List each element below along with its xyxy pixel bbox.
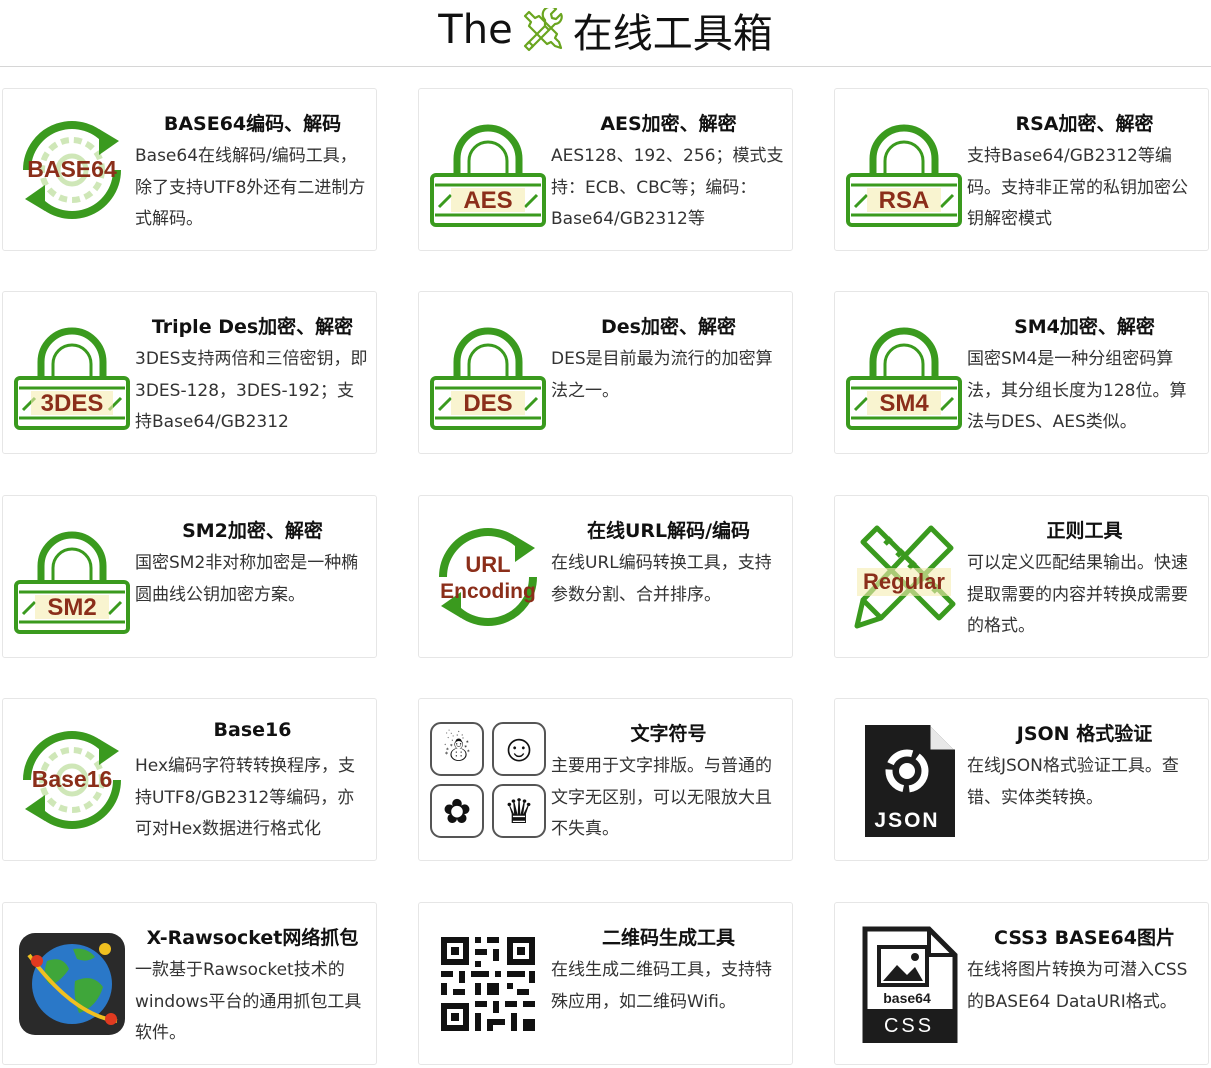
tool-card-qrcode[interactable]: 二维码生成工具 在线生成二维码工具，支持特殊应用，如二维码Wifi。	[418, 902, 793, 1065]
card-title[interactable]: SM2加密、解密	[135, 516, 370, 543]
smiley-icon: ☺	[500, 728, 539, 770]
card-title[interactable]: 正则工具	[967, 516, 1202, 543]
tool-card-rawsocket[interactable]: X-Rawsocket网络抓包 一款基于Rawsocket技术的windows平…	[2, 902, 377, 1065]
card-description: 一款基于Rawsocket技术的windows平台的通用抓包工具软件。	[135, 960, 362, 1043]
tool-card-rsa[interactable]: RSA RSA加密、解密 支持Base64/GB2312等编码。支持非正常的私钥…	[834, 88, 1209, 251]
tool-card-symbols[interactable]: ☃ ☺ ✿ ♛ 文字符号 主要用于文字排版。与普通的文字无区别，可以无限放大且不…	[418, 698, 793, 861]
qr-code-icon	[429, 925, 547, 1043]
symbols-icon: ☃ ☺ ✿ ♛	[429, 721, 547, 839]
page-header: The 在线工具箱	[0, 0, 1211, 67]
card-title[interactable]: RSA加密、解密	[967, 109, 1202, 136]
svg-text:Base16: Base16	[32, 766, 113, 792]
page-title: The 在线工具箱	[438, 1, 773, 59]
card-description: DES是目前最为流行的加密算法之一。	[551, 349, 773, 401]
card-description: 在线将图片转换为可潜入CSS的BASE64 DataURI格式。	[967, 960, 1188, 1012]
tool-card-sm4[interactable]: SM4 SM4加密、解密 国密SM4是一种分组密码算法，其分组长度为128位。算…	[834, 291, 1209, 454]
card-title[interactable]: 二维码生成工具	[551, 923, 786, 950]
crown-icon: ♛	[504, 793, 534, 831]
card-description: 可以定义匹配结果输出。快速提取需要的内容并转换成需要的格式。	[967, 553, 1188, 636]
svg-text:CSS: CSS	[884, 1015, 934, 1037]
padlock-icon: SM4	[845, 314, 963, 432]
tool-card-3des[interactable]: 3DES Triple Des加密、解密 3DES支持两倍和三倍密钥，即3DES…	[2, 291, 377, 454]
svg-text:Regular: Regular	[863, 569, 945, 594]
css-file-icon: base64 CSS	[845, 925, 963, 1044]
title-prefix: The	[438, 7, 513, 53]
tool-card-regex[interactable]: Regular 正则工具 可以定义匹配结果输出。快速提取需要的内容并转换成需要的…	[834, 495, 1209, 658]
svg-text:JSON: JSON	[874, 809, 939, 832]
card-description: 主要用于文字排版。与普通的文字无区别，可以无限放大且不失真。	[551, 756, 772, 839]
card-title[interactable]: Des加密、解密	[551, 312, 786, 339]
tool-card-des[interactable]: DES Des加密、解密 DES是目前最为流行的加密算法之一。	[418, 291, 793, 454]
svg-text:3DES: 3DES	[41, 390, 104, 417]
card-title[interactable]: AES加密、解密	[551, 109, 786, 136]
refresh-gear-icon: Base16	[13, 721, 131, 839]
padlock-icon: DES	[429, 314, 547, 432]
svg-text:Encoding: Encoding	[440, 580, 536, 603]
card-title[interactable]: Triple Des加密、解密	[135, 312, 370, 339]
card-description: AES128、192、256；模式支持：ECB、CBC等；编码：Base64/G…	[551, 146, 784, 229]
padlock-icon: SM2	[13, 518, 131, 636]
svg-text:RSA: RSA	[879, 187, 930, 214]
card-description: 在线生成二维码工具，支持特殊应用，如二维码Wifi。	[551, 960, 772, 1012]
tool-card-url[interactable]: URL Encoding 在线URL解码/编码 在线URL编码转换工具，支持参数…	[418, 495, 793, 658]
svg-text:SM2: SM2	[47, 594, 96, 621]
svg-text:base64: base64	[883, 990, 931, 1006]
flower-icon: ✿	[443, 793, 472, 831]
card-title[interactable]: X-Rawsocket网络抓包	[135, 923, 370, 950]
refresh-icon: URL Encoding	[429, 518, 547, 636]
card-description: Base64在线解码/编码工具，除了支持UTF8外还有二进制方式解码。	[135, 146, 366, 229]
card-description: 支持Base64/GB2312等编码。支持非正常的私钥加密公钥解密模式	[967, 146, 1188, 229]
card-description: Hex编码字符转转换程序，支持UTF8/GB2312等编码，亦可对Hex数据进行…	[135, 756, 356, 839]
card-description: 在线URL编码转换工具，支持参数分割、合并排序。	[551, 553, 772, 605]
card-title[interactable]: BASE64编码、解码	[135, 109, 370, 136]
tool-card-base16[interactable]: Base16 Base16 Hex编码字符转转换程序，支持UTF8/GB2312…	[2, 698, 377, 861]
card-title[interactable]: Base16	[135, 719, 370, 741]
tool-card-json[interactable]: JSON JSON 格式验证 在线JSON格式验证工具。查错、实体类转换。	[834, 698, 1209, 861]
card-title[interactable]: CSS3 BASE64图片	[967, 923, 1202, 950]
svg-text:BASE64: BASE64	[27, 156, 117, 182]
card-title[interactable]: 在线URL解码/编码	[551, 516, 786, 543]
globe-icon	[13, 925, 131, 1043]
card-description: 国密SM2非对称加密是一种椭圆曲线公钥加密方案。	[135, 553, 359, 605]
tool-card-aes[interactable]: AES AES加密、解密 AES128、192、256；模式支持：ECB、CBC…	[418, 88, 793, 251]
tool-card-base64[interactable]: BASE64 BASE64编码、解码 Base64在线解码/编码工具，除了支持U…	[2, 88, 377, 251]
card-description: 3DES支持两倍和三倍密钥，即3DES-128，3DES-192；支持Base6…	[135, 349, 368, 432]
json-file-icon: JSON	[845, 721, 963, 839]
title-text: 在线工具箱	[572, 11, 773, 57]
snowman-icon: ☃	[442, 729, 472, 769]
svg-text:DES: DES	[463, 390, 512, 417]
padlock-icon: AES	[429, 111, 547, 229]
tools-icon	[521, 5, 565, 52]
card-description: 在线JSON格式验证工具。查错、实体类转换。	[967, 756, 1179, 808]
card-title[interactable]: JSON 格式验证	[967, 719, 1202, 746]
svg-text:URL: URL	[465, 552, 510, 577]
card-description: 国密SM4是一种分组密码算法，其分组长度为128位。算法与DES、AES类似。	[967, 349, 1187, 432]
card-title[interactable]: 文字符号	[551, 719, 786, 746]
refresh-gear-icon: BASE64	[13, 111, 131, 229]
padlock-icon: 3DES	[13, 314, 131, 432]
tool-card-sm2[interactable]: SM2 SM2加密、解密 国密SM2非对称加密是一种椭圆曲线公钥加密方案。	[2, 495, 377, 658]
ruler-pencil-icon: Regular	[845, 518, 963, 636]
padlock-icon: RSA	[845, 111, 963, 229]
card-title[interactable]: SM4加密、解密	[967, 312, 1202, 339]
svg-text:SM4: SM4	[879, 390, 929, 417]
svg-text:AES: AES	[463, 187, 512, 214]
tool-card-css-base64[interactable]: base64 CSS CSS3 BASE64图片 在线将图片转换为可潜入CSS的…	[834, 902, 1209, 1065]
